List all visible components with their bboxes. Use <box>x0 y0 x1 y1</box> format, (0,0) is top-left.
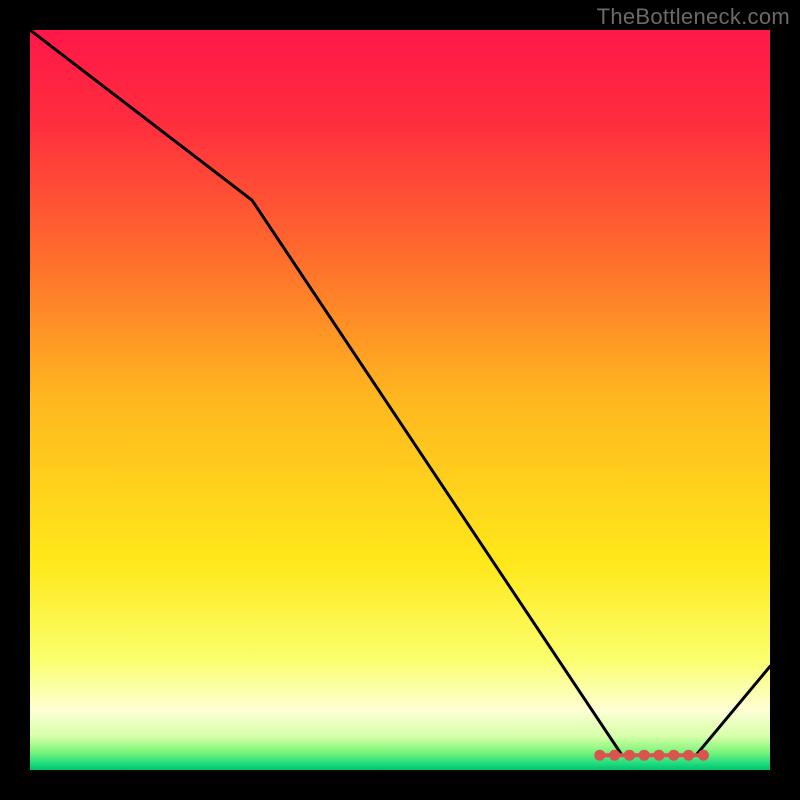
optimum-marker <box>639 750 650 761</box>
optimum-marker <box>609 750 620 761</box>
chart-container: TheBottleneck.com <box>0 0 800 800</box>
optimum-marker <box>698 750 709 761</box>
optimum-marker <box>654 750 665 761</box>
optimum-marker <box>594 750 605 761</box>
watermark-text: TheBottleneck.com <box>597 4 790 30</box>
chart-svg <box>30 30 770 770</box>
plot-area <box>30 30 770 770</box>
gradient-background <box>30 30 770 770</box>
optimum-marker <box>668 750 679 761</box>
optimum-marker <box>624 750 635 761</box>
optimum-marker <box>683 750 694 761</box>
